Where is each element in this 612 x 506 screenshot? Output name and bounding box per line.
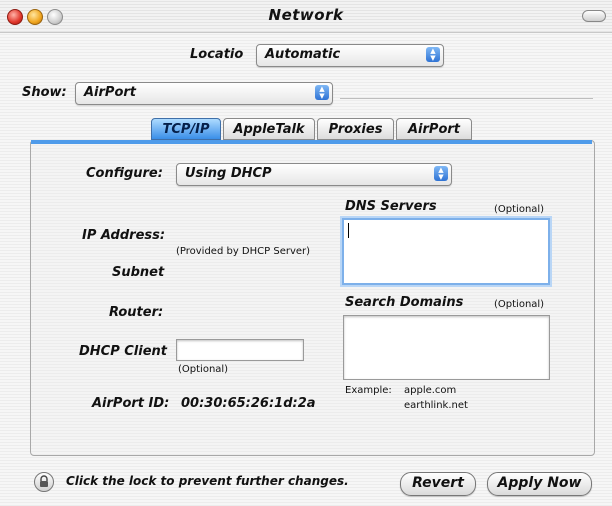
subnet-label: Subnet xyxy=(112,265,165,280)
toolbar-toggle-button[interactable] xyxy=(582,10,606,22)
location-label: Locatio xyxy=(190,47,244,62)
show-value: AirPort xyxy=(84,85,137,100)
tab-appletalk[interactable]: AppleTalk xyxy=(223,118,315,140)
provided-by-dhcp-note: (Provided by DHCP Server) xyxy=(176,246,311,257)
configure-popup[interactable]: Using DHCP ▲ ▼ xyxy=(176,163,452,186)
router-label: Router: xyxy=(109,305,164,320)
search-domains-label: Search Domains xyxy=(345,295,464,310)
dhcp-client-optional: (Optional) xyxy=(178,364,229,375)
dns-servers-label: DNS Servers xyxy=(345,199,437,214)
search-domains-field[interactable] xyxy=(343,315,550,380)
pane-accent-bar xyxy=(31,140,592,144)
dhcp-client-field[interactable] xyxy=(176,339,304,361)
dns-optional: (Optional) xyxy=(494,204,545,215)
popup-arrows-icon: ▲ ▼ xyxy=(434,166,448,181)
lock-message: Click the lock to prevent further change… xyxy=(66,474,349,488)
configure-label: Configure: xyxy=(86,166,163,181)
location-value: Automatic xyxy=(265,47,341,62)
example-domain-2: earthlink.net xyxy=(404,400,468,411)
apply-now-button[interactable]: Apply Now xyxy=(487,472,592,496)
configure-value: Using DHCP xyxy=(185,166,272,181)
dns-servers-field[interactable] xyxy=(342,218,550,285)
tab-proxies[interactable]: Proxies xyxy=(317,118,394,140)
popup-arrows-icon: ▲ ▼ xyxy=(315,85,329,100)
dhcp-client-label: DHCP Client xyxy=(79,344,168,359)
divider xyxy=(340,98,593,99)
ip-address-label: IP Address: xyxy=(82,228,166,243)
lock-icon[interactable] xyxy=(34,472,54,492)
window-title: Network xyxy=(268,6,344,24)
search-domains-optional: (Optional) xyxy=(494,299,545,310)
airport-id-label: AirPort ID: xyxy=(92,396,170,411)
show-popup[interactable]: AirPort ▲ ▼ xyxy=(75,82,333,105)
tab-tcpip[interactable]: TCP/IP xyxy=(151,118,221,140)
airport-id-value: 00:30:65:26:1d:2a xyxy=(181,396,316,411)
example-label: Example: xyxy=(345,385,392,396)
popup-arrows-icon: ▲ ▼ xyxy=(426,47,440,62)
show-label: Show: xyxy=(22,85,67,100)
location-popup[interactable]: Automatic ▲ ▼ xyxy=(256,44,444,67)
tab-airport[interactable]: AirPort xyxy=(396,118,472,140)
revert-button[interactable]: Revert xyxy=(400,472,476,496)
title-bar: Network xyxy=(0,0,612,33)
text-cursor xyxy=(348,223,349,238)
example-domain-1: apple.com xyxy=(404,385,457,396)
